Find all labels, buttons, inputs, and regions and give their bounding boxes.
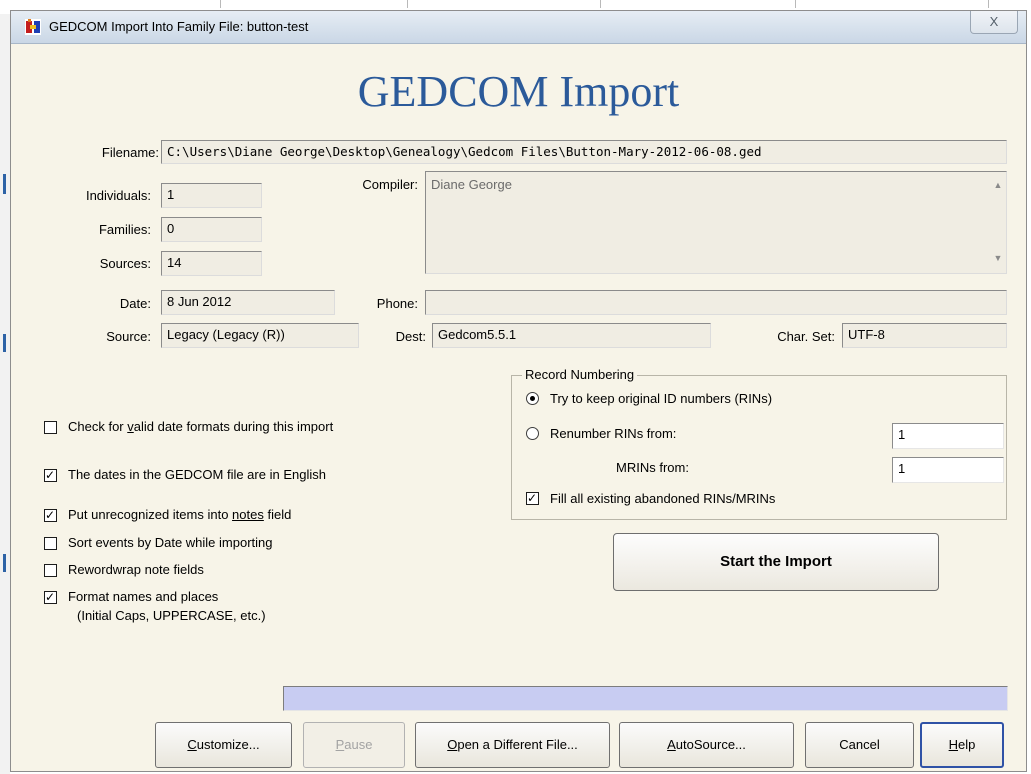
gedcom-import-dialog: GEDCOM Import Into Family File: button-t… xyxy=(10,10,1027,772)
charset-field: UTF-8 xyxy=(842,323,1007,348)
compiler-label: Compiler: xyxy=(362,177,418,192)
rewordwrap-label: Rewordwrap note fields xyxy=(68,562,204,577)
close-button[interactable]: X xyxy=(970,11,1018,34)
compiler-value: Diane George xyxy=(431,177,512,192)
rewordwrap-checkbox[interactable] xyxy=(44,564,57,577)
keep-ids-label: Try to keep original ID numbers (RINs) xyxy=(550,391,773,406)
valid-date-label: Check for valid date formats during this… xyxy=(68,419,334,434)
families-label: Families: xyxy=(98,222,151,237)
english-dates-checkbox[interactable]: ✓ xyxy=(44,468,57,482)
format-names-checkbox[interactable]: ✓ xyxy=(44,590,57,604)
fill-abandoned-label: Fill all existing abandoned RINs/MRINs xyxy=(550,491,776,506)
filename-field: C:\Users\Diane George\Desktop\Genealogy\… xyxy=(161,140,1007,164)
scroll-up-arrow-icon[interactable]: ▲ xyxy=(992,180,1004,192)
rins-from-input[interactable]: 1 xyxy=(892,423,1004,449)
english-dates-label: The dates in the GEDCOM file are in Engl… xyxy=(68,467,326,482)
individuals-label: Individuals: xyxy=(85,188,151,203)
unrecognized-notes-label: Put unrecognized items into notes field xyxy=(68,507,292,522)
open-different-file-button[interactable]: Open a Different File... xyxy=(415,722,610,768)
format-names-label: Format names and places xyxy=(68,589,219,604)
customize-button[interactable]: Customize... xyxy=(155,722,292,768)
families-field: 0 xyxy=(161,217,262,242)
filename-label: Filename: xyxy=(101,145,159,160)
desktop-left-strip xyxy=(0,14,10,774)
window-title: GEDCOM Import Into Family File: button-t… xyxy=(49,19,309,34)
start-import-button[interactable]: Start the Import xyxy=(613,533,939,591)
sources-label: Sources: xyxy=(99,256,151,271)
charset-label: Char. Set: xyxy=(777,329,835,344)
pause-button[interactable]: Pause xyxy=(303,722,405,768)
valid-date-checkbox[interactable] xyxy=(44,421,57,434)
source-field: Legacy (Legacy (R)) xyxy=(161,323,359,348)
sort-events-checkbox[interactable] xyxy=(44,537,57,550)
mrins-from-input[interactable]: 1 xyxy=(892,457,1004,483)
dest-field: Gedcom5.5.1 xyxy=(432,323,711,348)
cancel-button[interactable]: Cancel xyxy=(805,722,914,768)
close-icon: X xyxy=(989,14,999,29)
unrecognized-notes-checkbox[interactable]: ✓ xyxy=(44,508,57,522)
mrins-label: MRINs from: xyxy=(616,460,689,475)
import-progress-bar xyxy=(283,686,1008,711)
renumber-label: Renumber RINs from: xyxy=(550,426,677,441)
compiler-textarea[interactable]: Diane George ▲ ▼ xyxy=(425,171,1007,274)
phone-label: Phone: xyxy=(376,296,418,311)
fill-abandoned-checkbox[interactable]: ✓ xyxy=(526,491,539,505)
date-field: 8 Jun 2012 xyxy=(161,290,335,315)
family-tree-app-icon xyxy=(25,19,41,35)
record-numbering-title: Record Numbering xyxy=(522,367,638,382)
keep-ids-radio[interactable] xyxy=(526,392,539,405)
sort-events-label: Sort events by Date while importing xyxy=(68,535,273,550)
individuals-field: 1 xyxy=(161,183,262,208)
date-label: Date: xyxy=(119,296,151,311)
format-names-sublabel: (Initial Caps, UPPERCASE, etc.) xyxy=(77,608,266,623)
dialog-content: GEDCOM Import Filename: C:\Users\Diane G… xyxy=(11,44,1026,771)
record-numbering-group: Record Numbering Try to keep original ID… xyxy=(511,367,1007,520)
title-bar: GEDCOM Import Into Family File: button-t… xyxy=(11,11,1026,44)
scroll-down-arrow-icon[interactable]: ▼ xyxy=(992,253,1004,265)
source-label: Source: xyxy=(106,329,151,344)
phone-field xyxy=(425,290,1007,315)
dest-label: Dest: xyxy=(395,329,426,344)
help-button[interactable]: Help xyxy=(920,722,1004,768)
sources-field: 14 xyxy=(161,251,262,276)
autosource-button[interactable]: AutoSource... xyxy=(619,722,794,768)
renumber-radio[interactable] xyxy=(526,427,539,440)
page-title: GEDCOM Import xyxy=(357,67,680,116)
